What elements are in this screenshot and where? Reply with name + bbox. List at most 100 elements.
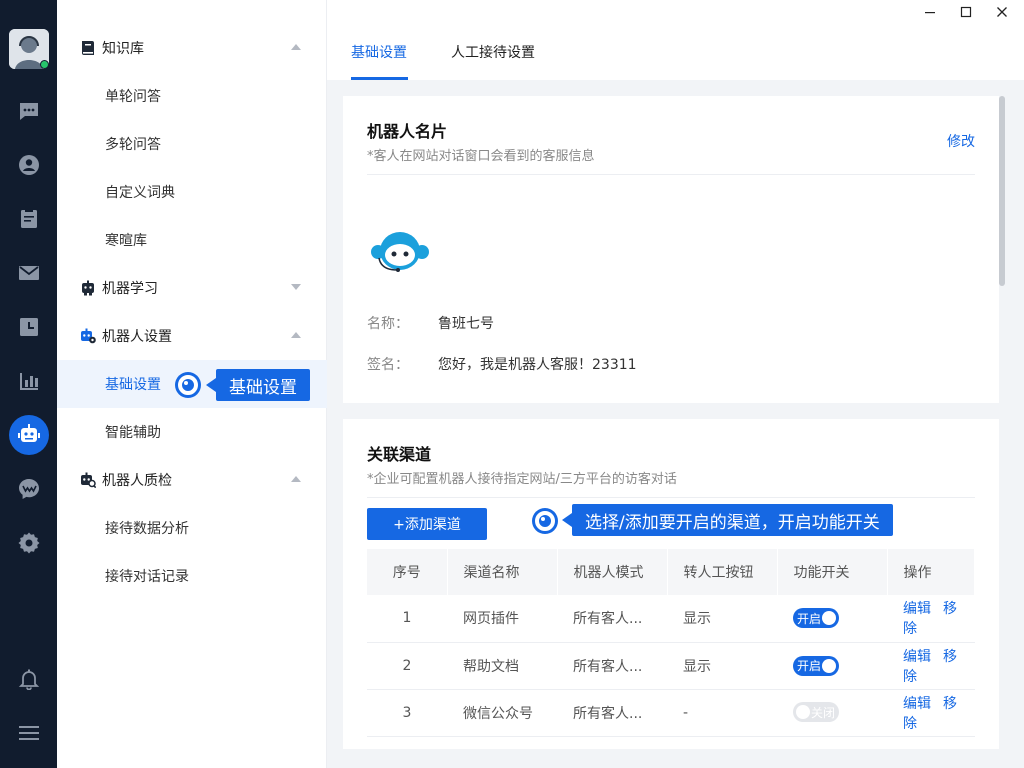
chevron-up-icon (291, 476, 301, 482)
main-content: 基础设置 人工接待设置 机器人名片 *客人在网站对话窗口会看到的客服信息 修改 … (327, 0, 1024, 768)
robot-profile-card: 机器人名片 *客人在网站对话窗口会看到的客服信息 修改 名称： 鲁班七号 签名：… (343, 96, 999, 403)
nav-item-small-talk[interactable]: 寒暄库 (57, 216, 327, 264)
signature-label: 签名： (367, 357, 409, 373)
nav-group-label: 机器人设置 (102, 329, 172, 345)
nav-item-multi-qa[interactable]: 多轮问答 (57, 120, 327, 168)
window-titlebar (327, 0, 1024, 24)
table-row: 2 帮助文档 所有客人... 显示 开启 编辑 移除 (367, 642, 975, 690)
toggle-label: 关闭 (810, 705, 835, 720)
card-title: 关联渠道 (367, 445, 432, 464)
signature-value: 您好，我是机器人客服！23311 (438, 357, 637, 373)
maximize-button[interactable] (948, 0, 984, 24)
history-icon[interactable] (14, 312, 44, 342)
toggle-label: 开启 (797, 611, 822, 626)
callout-marker (535, 511, 555, 531)
close-button[interactable] (984, 0, 1020, 24)
transfer-button-visibility: 显示 (667, 642, 777, 690)
divider (367, 497, 975, 498)
menu-icon[interactable] (14, 718, 44, 748)
card-description: *客人在网站对话窗口会看到的客服信息 (367, 149, 595, 164)
channel-name: 微信公众号 (447, 689, 557, 737)
feature-toggle[interactable]: 开启 (793, 655, 839, 676)
callout-basic-settings: 基础设置 (206, 369, 310, 401)
nav-group-robot-qc[interactable]: 机器人质检 (57, 456, 327, 504)
chevron-down-icon (291, 284, 301, 290)
operations-cell: 编辑 移除 (887, 642, 975, 690)
tab-bar: 基础设置 人工接待设置 (327, 24, 1024, 80)
robot-mode: 所有客人... (557, 595, 667, 643)
contacts-icon[interactable] (14, 150, 44, 180)
callout-marker (178, 375, 198, 395)
tickets-icon[interactable] (14, 204, 44, 234)
toggle-label: 开启 (797, 659, 822, 673)
chevron-up-icon (291, 44, 301, 50)
add-channel-button[interactable]: +添加渠道 (367, 508, 487, 540)
switch-cell: 开启 (777, 642, 887, 690)
column-header: 渠道名称 (447, 549, 558, 595)
table-row: 3 微信公众号 所有客人... - 关闭 编辑 移除 (367, 689, 975, 737)
transfer-button-visibility: 显示 (667, 595, 777, 643)
mail-icon[interactable] (14, 258, 44, 288)
robot-qc-icon (80, 472, 96, 488)
nav-item-smart-assist[interactable]: 智能辅助 (57, 408, 327, 456)
column-header: 转人工按钮 (667, 549, 778, 595)
toggle-knob (822, 658, 836, 673)
tab-human-reception-settings[interactable]: 人工接待设置 (451, 42, 535, 62)
robot-mode: 所有客人... (557, 642, 667, 690)
channel-name: 帮助文档 (447, 642, 557, 690)
nav-group-knowledge-base[interactable]: 知识库 (57, 24, 327, 72)
card-description: *企业可配置机器人接待指定网站/三方平台的访客对话 (367, 472, 677, 487)
nav-group-robot-settings[interactable]: 机器人设置 (57, 312, 327, 360)
robot-settings-icon (80, 328, 96, 344)
column-header: 操作 (887, 549, 975, 595)
transfer-button-visibility: - (667, 689, 777, 737)
switch-cell: 开启 (777, 595, 887, 643)
column-header: 机器人模式 (557, 549, 668, 595)
minimize-button[interactable] (912, 0, 948, 24)
nav-group-label: 知识库 (102, 41, 144, 57)
card-title: 机器人名片 (367, 122, 448, 141)
chat-icon[interactable] (14, 96, 44, 126)
table-row: 1 网页插件 所有客人... 显示 开启 编辑 移除 (367, 595, 975, 643)
nav-group-label: 机器学习 (102, 281, 158, 297)
nav-item-custom-dictionary[interactable]: 自定义词典 (57, 168, 327, 216)
edit-link[interactable]: 编辑 (903, 601, 931, 617)
edit-link[interactable]: 编辑 (903, 696, 931, 712)
feature-toggle[interactable]: 开启 (793, 608, 839, 629)
switch-cell: 关闭 (777, 689, 887, 737)
nav-item-single-qa[interactable]: 单轮问答 (57, 72, 327, 120)
toggle-knob (796, 705, 810, 719)
tab-basic-settings[interactable]: 基础设置 (351, 42, 407, 62)
edit-link[interactable]: 修改 (947, 131, 975, 151)
channel-name: 网页插件 (447, 595, 557, 643)
operations-cell: 编辑 移除 (887, 595, 975, 643)
settings-icon[interactable] (14, 528, 44, 558)
messenger-icon[interactable] (14, 474, 44, 504)
operations-cell: 编辑 移除 (887, 689, 975, 737)
bell-icon[interactable] (14, 664, 44, 694)
stats-icon[interactable] (14, 366, 44, 396)
robot-mode: 所有客人... (557, 689, 667, 737)
feature-toggle[interactable]: 关闭 (793, 702, 839, 722)
row-number: 1 (367, 595, 447, 643)
online-status-dot (40, 60, 49, 69)
nav-group-label: 机器人质检 (102, 473, 172, 489)
robot-avatar-icon (369, 230, 431, 278)
name-value: 鲁班七号 (438, 316, 494, 332)
channel-table: 序号 渠道名称 机器人模式 转人工按钮 功能开关 操作 1 网页插件 所有客人.… (367, 549, 975, 737)
scrollbar-thumb[interactable] (999, 96, 1005, 286)
callout-channel-instruction: 选择/添加要开启的渠道，开启功能开关 (562, 504, 893, 536)
row-number: 2 (367, 642, 447, 690)
nav-group-machine-learning[interactable]: 机器学习 (57, 264, 327, 312)
icon-rail (0, 0, 57, 768)
column-header: 序号 (367, 549, 448, 595)
book-icon (80, 40, 96, 56)
nav-item-reception-analysis[interactable]: 接待数据分析 (57, 504, 327, 552)
robot-learn-icon (80, 280, 96, 296)
toggle-knob (822, 611, 836, 626)
edit-link[interactable]: 编辑 (903, 649, 931, 665)
nav-item-conversation-records[interactable]: 接待对话记录 (57, 552, 327, 600)
robot-icon[interactable] (9, 415, 49, 455)
name-label: 名称： (367, 316, 409, 332)
column-header: 功能开关 (777, 549, 888, 595)
